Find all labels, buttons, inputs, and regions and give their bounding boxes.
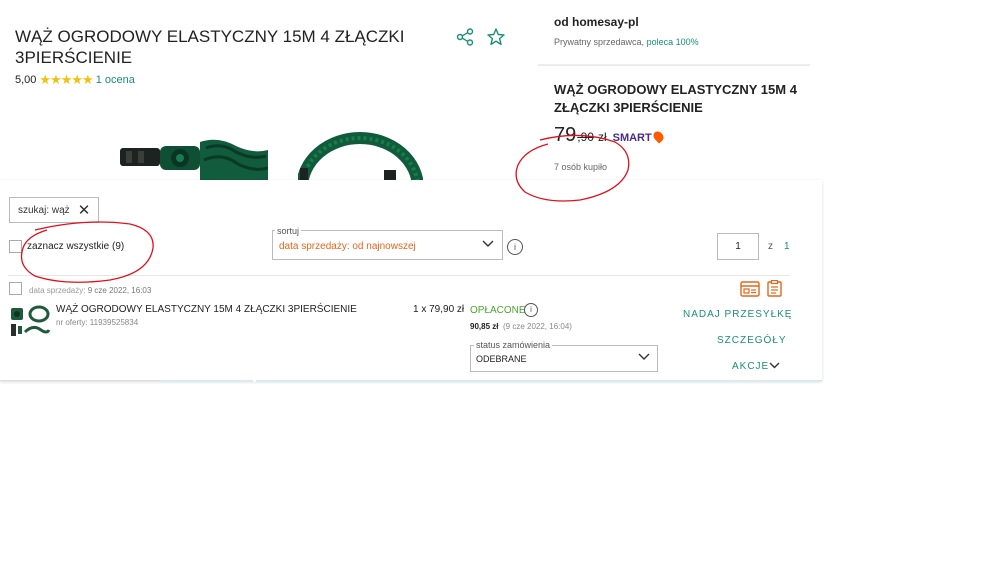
paid-amount: 90,85 zł <box>470 322 499 331</box>
product-thumbnail[interactable] <box>9 304 51 340</box>
annotation-circle-buyers <box>515 134 630 202</box>
offer-number: nr oferty: 11939525834 <box>56 318 139 327</box>
chevron-down-icon[interactable] <box>769 362 780 369</box>
chevron-down-icon[interactable] <box>638 353 650 361</box>
seller-info: Prywatny sprzedawca, poleca 100% <box>554 37 699 47</box>
seller-type: Prywatny sprzedawca, <box>554 37 645 47</box>
order-status-label: status zamówienia <box>474 340 553 350</box>
quantity-price: 1 x 79,90 zł <box>413 304 465 315</box>
smart-pin-icon <box>651 129 666 144</box>
info-icon[interactable]: i <box>524 303 538 317</box>
order-item-title[interactable]: WĄŻ OGRODOWY ELASTYCZNY 15M 4 ZŁĄCZKI 3P… <box>56 304 357 315</box>
favorite-star-icon[interactable] <box>487 28 505 46</box>
bottom-accent-gap <box>253 380 256 382</box>
page-of-label: z <box>768 241 773 252</box>
rating-stars-icon: ★★★★★ <box>39 72 93 87</box>
invoice-icon[interactable] <box>740 280 760 297</box>
rating-count-link[interactable]: 1 ocena <box>96 74 135 86</box>
seller-recommend[interactable]: poleca 100% <box>647 37 699 47</box>
actions-link[interactable]: AKCJE <box>732 361 769 372</box>
rating-row: 5,00 ★★★★★ 1 ocena <box>15 72 135 88</box>
page-total-link[interactable]: 1 <box>784 241 790 252</box>
chevron-down-icon[interactable] <box>482 240 494 248</box>
product-panel: WĄŻ OGRODOWY ELASTYCZNY 15M 4 ZŁĄCZKI 3P… <box>0 0 528 185</box>
product-image-hose-coil <box>298 132 423 185</box>
seller-name[interactable]: od homesay-pl <box>554 15 639 29</box>
page-number-input[interactable]: 1 <box>717 233 759 260</box>
annotation-circle-select-all <box>20 221 154 283</box>
search-chip-label: szukaj: wąż <box>18 204 70 216</box>
payment-status: OPŁACONE <box>470 305 526 316</box>
seller-panel: od homesay-pl Prywatny sprzedawca, polec… <box>538 0 810 65</box>
ship-package-link[interactable]: NADAJ PRZESYŁKĘ <box>683 309 792 320</box>
sort-label: sortuj <box>275 226 302 236</box>
sort-value[interactable]: data sprzedaży: od najnowszej <box>279 241 416 252</box>
order-status-value[interactable]: ODEBRANE <box>476 354 527 364</box>
price-product-title: WĄŻ OGRODOWY ELASTYCZNY 15M 4 ZŁĄCZKI 3P… <box>554 82 797 115</box>
note-icon[interactable] <box>767 280 782 297</box>
share-icon[interactable] <box>456 28 474 46</box>
product-image-hose-nozzle <box>120 139 268 185</box>
details-link[interactable]: SZCZEGÓŁY <box>717 335 787 346</box>
rating-value: 5,00 <box>15 74 37 86</box>
info-icon[interactable]: i <box>507 239 523 255</box>
product-title: WĄŻ OGRODOWY ELASTYCZNY 15M 4 ZŁĄCZKI 3P… <box>15 27 405 67</box>
close-icon[interactable]: ✕ <box>78 203 91 218</box>
bottom-accent-line <box>160 380 818 382</box>
paid-date: (9 cze 2022, 16:04) <box>503 322 572 331</box>
